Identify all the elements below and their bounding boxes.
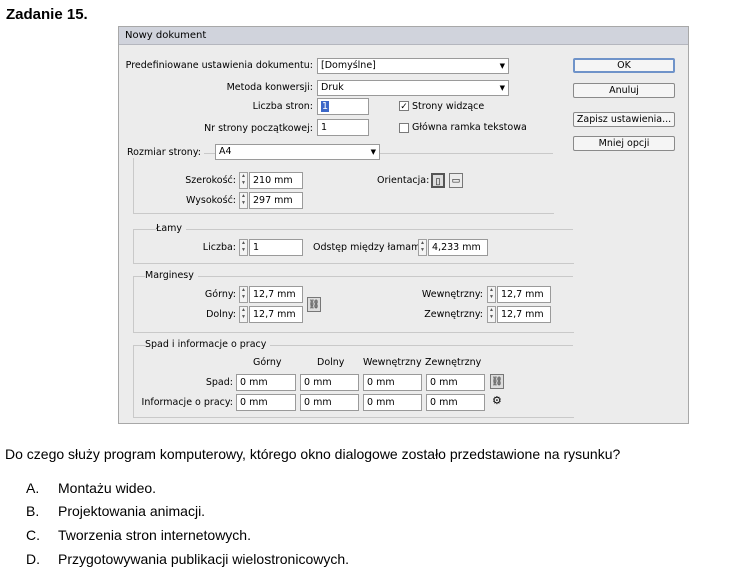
height-label: Wysokość: — [186, 195, 236, 206]
start-page-label: Nr strony początkowej: — [204, 123, 313, 134]
dialog-title: Nowy dokument — [119, 27, 688, 45]
landscape-icon[interactable]: ▭ — [449, 173, 463, 188]
gutter-stepper[interactable]: ▲ ▼ — [418, 239, 427, 256]
inside-margin-input[interactable]: 12,7 mm — [497, 286, 551, 303]
task-title: Zadanie 15. — [6, 6, 88, 23]
slug-inside-input[interactable]: 0 mm — [363, 394, 422, 411]
outside-margin-input[interactable]: 12,7 mm — [497, 306, 551, 323]
master-frame-label: Główna ramka tekstowa — [412, 122, 527, 133]
answer-text: Montażu wideo. — [58, 480, 157, 496]
columns-count-input[interactable]: 1 — [249, 239, 303, 256]
master-frame-checkbox[interactable] — [399, 123, 409, 133]
chevron-down-icon: ▼ — [499, 84, 505, 92]
bleed-label: Spad: — [205, 377, 233, 388]
slug-label: Informacje o pracy: — [141, 397, 233, 408]
width-input[interactable]: 210 mm — [249, 172, 303, 189]
bottom-margin-label: Dolny: — [206, 309, 236, 320]
link-slug-icon[interactable]: ⚙ — [492, 394, 502, 407]
bleed-title: Spad i informacje o pracy — [145, 339, 271, 350]
link-bleed-icon[interactable]: ⛓ — [490, 374, 504, 389]
conversion-select[interactable]: Druk ▼ — [317, 80, 509, 96]
bleed-bottom-input[interactable]: 0 mm — [300, 374, 359, 391]
answer-letter: D. — [26, 551, 40, 567]
page-size-label: Rozmiar strony: — [127, 147, 204, 158]
col-outside-header: Zewnętrzny — [425, 357, 482, 368]
columns-count-label: Liczba: — [202, 242, 236, 253]
outside-margin-stepper[interactable]: ▲ ▼ — [487, 306, 496, 323]
col-top-header: Górny — [253, 357, 282, 368]
inside-margin-stepper[interactable]: ▲ ▼ — [487, 286, 496, 303]
margins-group — [133, 276, 574, 333]
width-label: Szerokość: — [185, 175, 236, 186]
chevron-down-icon: ▼ — [499, 62, 505, 70]
columns-title: Łamy — [156, 223, 187, 234]
facing-pages-label: Strony widzące — [412, 101, 485, 112]
preset-value: [Domyślne] — [321, 60, 376, 71]
bleed-inside-input[interactable]: 0 mm — [363, 374, 422, 391]
new-document-dialog: Nowy dokument Predefiniowane ustawienia … — [118, 26, 689, 424]
col-bottom-header: Dolny — [317, 357, 345, 368]
pages-input[interactable]: 1 — [317, 98, 369, 115]
answer-text: Projektowania animacji. — [58, 503, 206, 519]
save-preset-button[interactable]: Zapisz ustawienia... — [573, 112, 675, 127]
answer-text: Przygotowywania publikacji wielostronico… — [58, 551, 350, 567]
height-stepper[interactable]: ▲ ▼ — [239, 192, 248, 209]
answer-text: Tworzenia stron internetowych. — [58, 527, 251, 543]
slug-outside-input[interactable]: 0 mm — [426, 394, 485, 411]
answer-letter: B. — [26, 503, 40, 519]
bleed-top-input[interactable]: 0 mm — [236, 374, 296, 391]
col-inside-header: Wewnętrzny — [363, 357, 422, 368]
pages-label: Liczba stron: — [252, 101, 313, 112]
link-margins-icon[interactable]: ⛓ — [307, 297, 321, 312]
bottom-margin-stepper[interactable]: ▲ ▼ — [239, 306, 248, 323]
page-size-select[interactable]: A4 ▼ — [215, 144, 380, 160]
chevron-down-icon: ▼ — [370, 148, 376, 156]
page-size-value: A4 — [219, 146, 232, 157]
gutter-label: Odstęp między łamami: — [313, 242, 427, 253]
top-margin-label: Górny: — [204, 289, 236, 300]
slug-bottom-input[interactable]: 0 mm — [300, 394, 359, 411]
conversion-value: Druk — [321, 82, 344, 93]
facing-pages-checkbox[interactable]: ✓ — [399, 101, 409, 111]
answer-b: B. Projektowania animacji. — [26, 503, 205, 519]
cancel-button[interactable]: Anuluj — [573, 83, 675, 98]
slug-top-input[interactable]: 0 mm — [236, 394, 296, 411]
question-text: Do czego służy program komputerowy, któr… — [5, 446, 621, 462]
bleed-outside-input[interactable]: 0 mm — [426, 374, 485, 391]
bottom-margin-input[interactable]: 12,7 mm — [249, 306, 303, 323]
answer-letter: C. — [26, 527, 40, 543]
height-input[interactable]: 297 mm — [249, 192, 303, 209]
width-stepper[interactable]: ▲ ▼ — [239, 172, 248, 189]
preset-label: Predefiniowane ustawienia dokumentu: — [125, 60, 313, 71]
columns-count-stepper[interactable]: ▲ ▼ — [239, 239, 248, 256]
answer-c: C. Tworzenia stron internetowych. — [26, 527, 251, 543]
margins-title: Marginesy — [145, 270, 198, 281]
pages-value: 1 — [321, 101, 330, 112]
answer-letter: A. — [26, 480, 40, 496]
portrait-icon[interactable]: ▯ — [431, 173, 445, 188]
inside-margin-label: Wewnętrzny: — [421, 289, 483, 300]
fewer-options-button[interactable]: Mniej opcji — [573, 136, 675, 151]
ok-button[interactable]: OK — [573, 58, 675, 73]
preset-select[interactable]: [Domyślne] ▼ — [317, 58, 509, 74]
outside-margin-label: Zewnętrzny: — [424, 309, 483, 320]
top-margin-stepper[interactable]: ▲ ▼ — [239, 286, 248, 303]
answer-a: A. Montażu wideo. — [26, 480, 156, 496]
gutter-input[interactable]: 4,233 mm — [428, 239, 488, 256]
top-margin-input[interactable]: 12,7 mm — [249, 286, 303, 303]
start-page-input[interactable]: 1 — [317, 119, 369, 136]
conversion-label: Metoda konwersji: — [226, 82, 313, 93]
orientation-label: Orientacja: — [377, 175, 430, 186]
answer-d: D. Przygotowywania publikacji wielostroni… — [26, 551, 349, 567]
